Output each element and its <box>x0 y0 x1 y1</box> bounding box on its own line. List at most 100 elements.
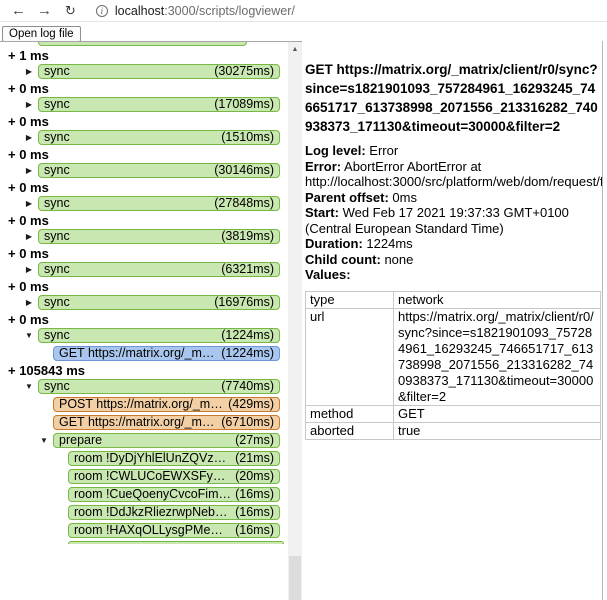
timeline-item[interactable]: sync(1224ms) <box>38 328 280 343</box>
detail-field: Start: Wed Feb 17 2021 19:37:33 GMT+0100… <box>305 205 602 236</box>
expand-caret-icon[interactable]: ▶ <box>20 97 38 112</box>
timeline-item[interactable]: sync(17089ms) <box>38 97 280 112</box>
timeline-row: GET https://matrix.org/_matri…(6710ms) <box>0 415 280 430</box>
scrollbar-thumb[interactable] <box>289 556 301 600</box>
item-duration: (16ms) <box>231 506 274 519</box>
values-table: typenetworkurlhttps://matrix.org/_matrix… <box>305 291 601 440</box>
address-bar[interactable]: localhost:3000/scripts/logviewer/ <box>115 4 295 18</box>
expand-caret-icon[interactable]: ▶ <box>20 229 38 244</box>
item-name: sync <box>44 164 70 177</box>
scroll-up-icon[interactable]: ▲ <box>288 42 302 56</box>
timeline-panel: + 1 ms▶sync(30275ms)+ 0 ms▶sync(17089ms)… <box>0 41 302 600</box>
time-gap-label: + 0 ms <box>8 82 284 95</box>
timeline-item[interactable]: POST https://matrix.org/_matri…(429ms) <box>53 397 280 412</box>
timeline-item[interactable]: sync(1510ms) <box>38 130 280 145</box>
values-row: methodGET <box>306 405 601 422</box>
expand-caret-icon[interactable]: ▶ <box>20 262 38 277</box>
timeline-row: room !DyDjYhlElUnZQVzhD…(21ms) <box>0 451 280 466</box>
value-cell: network <box>394 291 601 308</box>
timeline-item[interactable]: sync(7740ms) <box>38 379 280 394</box>
timeline-item[interactable]: sync(16976ms) <box>38 295 280 310</box>
item-duration: (6321ms) <box>217 263 274 276</box>
timeline-row: ▼sync(1224ms) <box>0 328 280 343</box>
item-duration: (30146ms) <box>210 164 274 177</box>
item-name: room !CWLUCoEWXSFyTC… <box>74 470 231 483</box>
detail-field: Child count: none <box>305 252 602 268</box>
timeline-item[interactable]: sync (6321ms) <box>38 262 280 277</box>
timeline-item[interactable]: GET https://matrix.org/_matri…(6710ms) <box>53 415 280 430</box>
timeline-item[interactable]: sync(30275ms) <box>38 64 280 79</box>
expand-caret-icon[interactable]: ▶ <box>20 130 38 145</box>
back-icon[interactable]: ← <box>11 3 26 18</box>
expand-caret-icon[interactable]: ▶ <box>20 163 38 178</box>
item-duration: (16976ms) <box>210 296 274 309</box>
time-gap-label: + 0 ms <box>8 313 284 326</box>
timeline-row: ▶ sync (27848ms) <box>0 196 280 211</box>
timeline-item[interactable]: room !CueQoenyCvcoFimnsf…(16ms) <box>68 487 280 502</box>
timeline-row: room !CWLUCoEWXSFyTC…(20ms) <box>0 469 280 484</box>
time-gap-label: + 0 ms <box>8 214 284 227</box>
time-gap-label: + 105843 ms <box>8 364 284 377</box>
timeline-item[interactable]: room !HAXqOLLysgPMeGKh…(16ms) <box>68 523 280 538</box>
collapse-caret-icon[interactable]: ▼ <box>35 433 53 448</box>
item-duration: (21ms) <box>231 452 274 465</box>
expand-caret-icon[interactable]: ▶ <box>20 196 38 211</box>
timeline-item[interactable]: sync (27848ms) <box>38 196 280 211</box>
url-path: :3000/scripts/logviewer/ <box>164 4 295 18</box>
timeline-row: POST https://matrix.org/_matri…(429ms) <box>0 397 280 412</box>
detail-field: Values: <box>305 267 602 283</box>
time-gap-label: + 0 ms <box>8 247 284 260</box>
collapse-caret-icon[interactable]: ▼ <box>20 328 38 343</box>
details-panel: GET https://matrix.org/_matrix/client/r0… <box>305 41 603 600</box>
timeline-item-selected[interactable]: GET https://matrix.org/_matri…(1224ms) <box>53 346 280 361</box>
item-name: GET https://matrix.org/_matri… <box>59 347 217 360</box>
collapse-caret-icon[interactable]: ▼ <box>20 379 38 394</box>
timeline-item[interactable]: prepare(27ms) <box>53 433 280 448</box>
value-key: aborted <box>306 422 394 439</box>
timeline-item[interactable]: room !DyDjYhlElUnZQVzhD…(21ms) <box>68 451 280 466</box>
value-key: url <box>306 308 394 405</box>
timeline-item[interactable]: sync (30146ms) <box>38 163 280 178</box>
value-cell: true <box>394 422 601 439</box>
clipped-item-top <box>38 42 247 46</box>
value-key: method <box>306 405 394 422</box>
item-duration: (429ms) <box>224 398 274 411</box>
item-name: prepare <box>59 434 102 447</box>
timeline-row: ▶ sync (3819ms) <box>0 229 280 244</box>
expand-caret-icon[interactable]: ▶ <box>20 295 38 310</box>
item-duration: (6710ms) <box>217 416 274 429</box>
item-duration: (16ms) <box>231 524 274 537</box>
item-name: sync <box>44 263 70 276</box>
expand-caret-icon[interactable]: ▶ <box>20 64 38 79</box>
timeline-row: room !CueQoenyCvcoFimnsf…(16ms) <box>0 487 280 502</box>
browser-chrome: ← → ↻ i localhost:3000/scripts/logviewer… <box>0 0 607 22</box>
detail-field: Duration: 1224ms <box>305 236 602 252</box>
item-duration: (1224ms) <box>217 347 274 360</box>
refresh-icon[interactable]: ↻ <box>65 3 76 18</box>
time-gap-label: + 1 ms <box>8 49 284 62</box>
forward-icon[interactable]: → <box>37 3 52 18</box>
value-cell: https://matrix.org/_matrix/client/r0/syn… <box>394 308 601 405</box>
item-name: sync <box>44 329 70 342</box>
time-gap-label: + 0 ms <box>8 181 284 194</box>
timeline-item[interactable]: room !DdJkzRliezrwpNebLk:…(16ms) <box>68 505 280 520</box>
timeline-row: ▶sync(1510ms) <box>0 130 280 145</box>
item-duration: (27848ms) <box>210 197 274 210</box>
timeline-row: ▶ sync (30146ms) <box>0 163 280 178</box>
item-name: sync <box>44 230 70 243</box>
timeline-row: room !HAXqOLLysgPMeGKh…(16ms) <box>0 523 280 538</box>
item-duration: (7740ms) <box>217 380 274 393</box>
detail-field: Log level: Error <box>305 143 602 159</box>
timeline-scrollbar[interactable]: ▲ <box>288 42 302 600</box>
timeline-row: ▼sync(7740ms) <box>0 379 280 394</box>
detail-field: Error: AbortError AbortError at http://l… <box>305 159 602 190</box>
open-log-file-button[interactable]: Open log file <box>2 26 81 42</box>
time-gap-label: + 0 ms <box>8 148 284 161</box>
timeline-item[interactable]: sync (3819ms) <box>38 229 280 244</box>
item-duration: (3819ms) <box>217 230 274 243</box>
timeline-item[interactable]: room !CWLUCoEWXSFyTC…(20ms) <box>68 469 280 484</box>
item-name: sync <box>44 197 70 210</box>
item-name: POST https://matrix.org/_matri… <box>59 398 224 411</box>
detail-fields: Log level: ErrorError: AbortError AbortE… <box>305 143 602 283</box>
site-info-icon[interactable]: i <box>96 5 108 17</box>
